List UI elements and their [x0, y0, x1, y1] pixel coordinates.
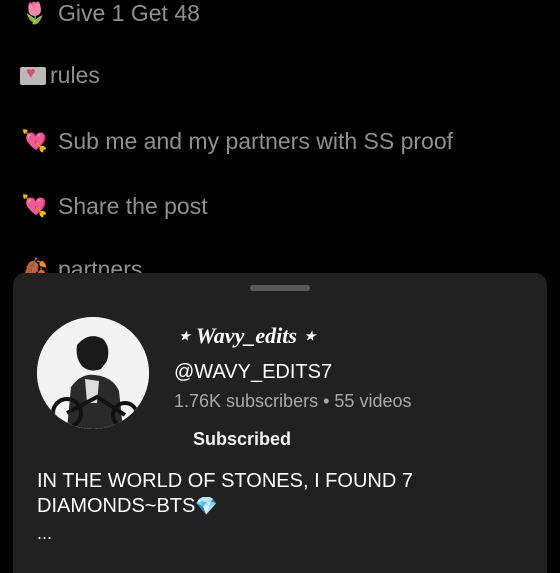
- channel-description: IN THE WORLD OF STONES, I FOUND 7 DIAMON…: [37, 469, 437, 519]
- channel-name[interactable]: ⋆ Wavy_edits ⋆: [177, 323, 316, 349]
- channel-stats: 1.76K subscribers • 55 videos: [174, 391, 411, 412]
- post-line-text: rules: [50, 62, 100, 88]
- tulip-icon: 🌷: [21, 1, 49, 25]
- diamond-icon: 💎: [195, 496, 218, 516]
- drag-handle[interactable]: [250, 285, 310, 291]
- post-line-sub: 💘 Sub me and my partners with SS proof: [20, 128, 453, 155]
- subscriber-count: 1.76K subscribers: [174, 391, 319, 411]
- post-line-rules: rules: [20, 62, 100, 89]
- subscribed-button[interactable]: Subscribed: [183, 425, 301, 454]
- description-text: IN THE WORLD OF STONES, I FOUND 7 DIAMON…: [37, 470, 413, 517]
- post-line-text: Sub me and my partners with SS proof: [58, 128, 454, 154]
- post-line-share: 💘 Share the post: [20, 193, 208, 220]
- video-count: 55 videos: [334, 391, 412, 411]
- heart-arrow-icon: 💘: [21, 194, 49, 218]
- channel-bottom-sheet: ⋆ Wavy_edits ⋆ @WAVY_EDITS7 1.76K subscr…: [13, 273, 547, 573]
- channel-avatar[interactable]: [37, 317, 149, 429]
- post-line-give-get: 🌷 Give 1 Get 48: [20, 0, 200, 27]
- love-letter-icon: [20, 65, 46, 85]
- channel-handle: @WAVY_EDITS7: [174, 361, 333, 383]
- post-line-text: Share the post: [58, 193, 208, 219]
- stats-separator: •: [323, 391, 330, 411]
- post-line-text: Give 1 Get 48: [58, 0, 200, 26]
- heart-arrow-icon: 💘: [21, 129, 49, 153]
- avatar-image: [37, 317, 149, 429]
- more-ellipsis[interactable]: ...: [37, 523, 52, 544]
